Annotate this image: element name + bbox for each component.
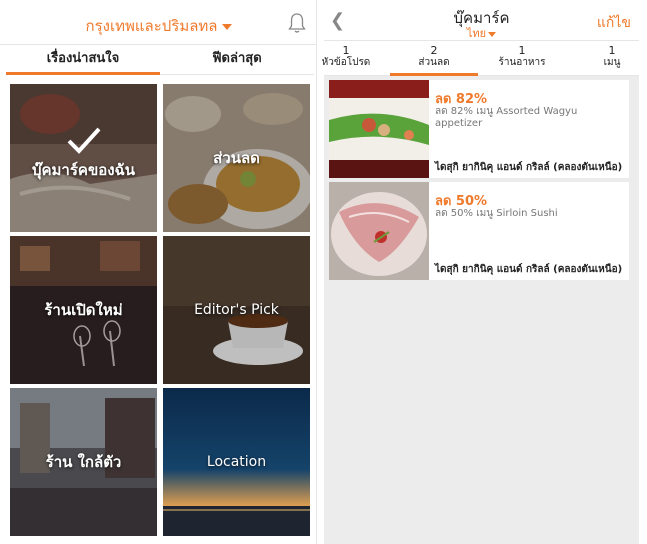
tile-location[interactable]: Location <box>163 388 310 536</box>
caret-down-icon <box>488 31 497 37</box>
checkmark-icon <box>67 127 101 154</box>
tile-label: Location <box>206 454 267 470</box>
tab-favorite-topics[interactable]: 1 หัวข้อโปรด <box>302 45 390 69</box>
discount-description: ลด 82% เมนู Assorted Wagyu appetizer <box>435 106 578 129</box>
wagyu-image <box>329 80 429 178</box>
venue-name: ไดสุกิ ยากินิคุ แอนด์ กริลล์ (คลองตันเหน… <box>435 264 623 275</box>
tile-label: ร้านเปิดใหม่ <box>44 301 123 319</box>
location-label: กรุงเทพและปริมลทล <box>85 17 218 35</box>
left-tabs: เรื่องน่าสนใจ ฟีดล่าสุด <box>0 44 317 75</box>
location-selector[interactable]: กรุงเทพและปริมลทล <box>0 14 317 38</box>
left-screen: กรุงเทพและปริมลทล เรื่องน่าสนใจ ฟีดล่าสุ… <box>0 0 317 544</box>
food-thumbnail <box>329 182 429 280</box>
tile-label: Editor's Pick <box>194 302 279 318</box>
right-screen: ❮ บุ๊คมาร์ค ไทย แก้ไข 1 หัวข้อโปรด 2 ส่ว… <box>322 0 639 544</box>
discount-card[interactable]: ลด 50% ลด 50% เมนู Sirloin Sushi ไดสุกิ … <box>329 182 629 280</box>
tab-label: เมนู <box>603 57 621 68</box>
tile-nearby[interactable]: ร้าน ใกล้ตัว <box>10 388 157 536</box>
right-header: ❮ บุ๊คมาร์ค ไทย แก้ไข <box>324 0 639 40</box>
tile-new-restaurants[interactable]: ร้านเปิดใหม่ <box>10 236 157 384</box>
tab-count: 1 <box>608 44 616 57</box>
left-header: กรุงเทพและปริมลทล <box>0 0 317 44</box>
venue-name: ไดสุกิ ยากินิคุ แอนด์ กริลล์ (คลองตันเหน… <box>435 162 623 173</box>
tab-count: 1 <box>518 44 526 57</box>
tile-my-bookmarks[interactable]: บุ๊คมาร์คของฉัน <box>10 84 157 232</box>
tab-latest-feed[interactable]: ฟีดล่าสุด <box>160 45 314 75</box>
bookmark-tabs: 1 หัวข้อโปรด 2 ส่วนลด 1 ร้านอาหาร 1 เมนู <box>322 40 639 76</box>
language-label: ไทย <box>466 27 487 40</box>
tab-label: ร้านอาหาร <box>498 57 546 68</box>
bell-icon[interactable] <box>288 12 306 34</box>
edit-button[interactable]: แก้ไข <box>597 12 631 34</box>
tab-count: 2 <box>430 44 438 57</box>
tile-label: ส่วนลด <box>213 149 260 167</box>
discount-card[interactable]: ลด 82% ลด 82% เมนู Assorted Wagyu appeti… <box>329 80 629 178</box>
tab-discounts[interactable]: 2 ส่วนลด <box>390 45 478 76</box>
tab-menu[interactable]: 1 เมนู <box>568 45 647 69</box>
food-thumbnail <box>329 80 429 178</box>
sirloin-sushi-image <box>329 182 429 280</box>
tab-count: 1 <box>342 44 350 57</box>
tile-editors-pick[interactable]: Editor's Pick <box>163 236 310 384</box>
discount-description: ลด 50% เมนู Sirloin Sushi <box>435 208 558 219</box>
tile-label: บุ๊คมาร์คของฉัน <box>31 160 135 179</box>
tab-interesting[interactable]: เรื่องน่าสนใจ <box>6 45 160 75</box>
tab-label: ส่วนลด <box>418 57 450 68</box>
tab-restaurants[interactable]: 1 ร้านอาหาร <box>478 45 566 69</box>
tab-label: หัวข้อโปรด <box>321 57 371 68</box>
caret-down-icon <box>221 23 232 30</box>
tile-label: ร้าน ใกล้ตัว <box>45 453 122 471</box>
tile-discounts[interactable]: ส่วนลด <box>163 84 310 232</box>
